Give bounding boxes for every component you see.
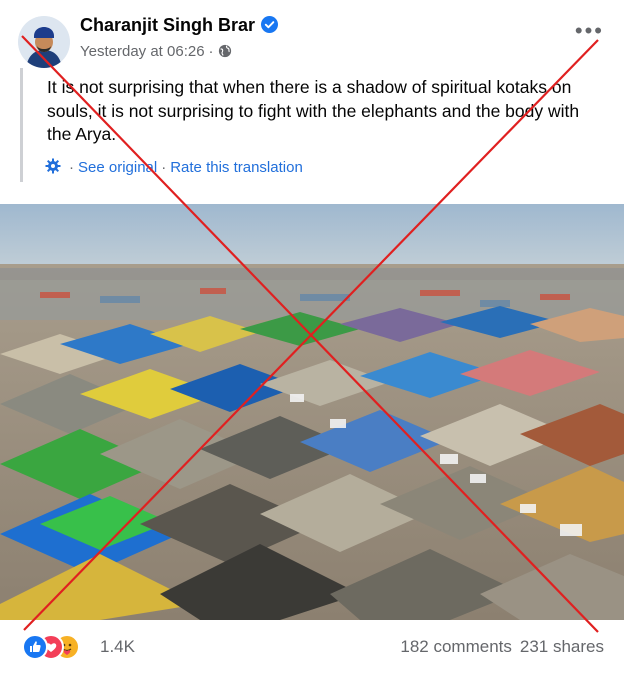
see-original-link[interactable]: See original <box>78 159 157 176</box>
post-meta: Yesterday at 06:26 · <box>80 43 232 62</box>
shares-count-link[interactable]: 231 shares <box>520 637 604 656</box>
comments-count-link[interactable]: 182 comments <box>400 637 512 656</box>
translated-text-block: It is not surprising that when there is … <box>20 68 613 182</box>
translation-separator: · <box>69 159 74 176</box>
post-photo[interactable] <box>0 204 624 620</box>
rate-translation-link[interactable]: Rate this translation <box>170 159 303 176</box>
more-options-button[interactable]: ••• <box>575 20 604 42</box>
author-avatar[interactable] <box>18 16 70 68</box>
globe-icon[interactable] <box>218 44 232 62</box>
facebook-post: Charanjit Singh Brar Yesterday at 06:26 ·… <box>0 0 624 674</box>
tent-city-aerial-image <box>0 204 624 620</box>
avatar-image <box>18 16 70 68</box>
author-name[interactable]: Charanjit Singh Brar <box>80 15 279 38</box>
engagement-stats: 182 comments 231 shares <box>400 637 604 657</box>
author-name-text[interactable]: Charanjit Singh Brar <box>80 15 255 35</box>
post-timestamp[interactable]: Yesterday at 06:26 <box>80 43 205 60</box>
gear-icon[interactable] <box>45 158 61 178</box>
verified-badge-icon <box>261 16 279 38</box>
post-text: It is not surprising that when there is … <box>47 77 580 144</box>
reaction-count[interactable]: 1.4K <box>100 637 135 657</box>
translation-bar: · See original · Rate this translation <box>45 158 303 178</box>
like-reaction-icon <box>22 634 48 660</box>
translation-separator: · <box>161 159 167 176</box>
meta-separator: · <box>208 43 214 60</box>
